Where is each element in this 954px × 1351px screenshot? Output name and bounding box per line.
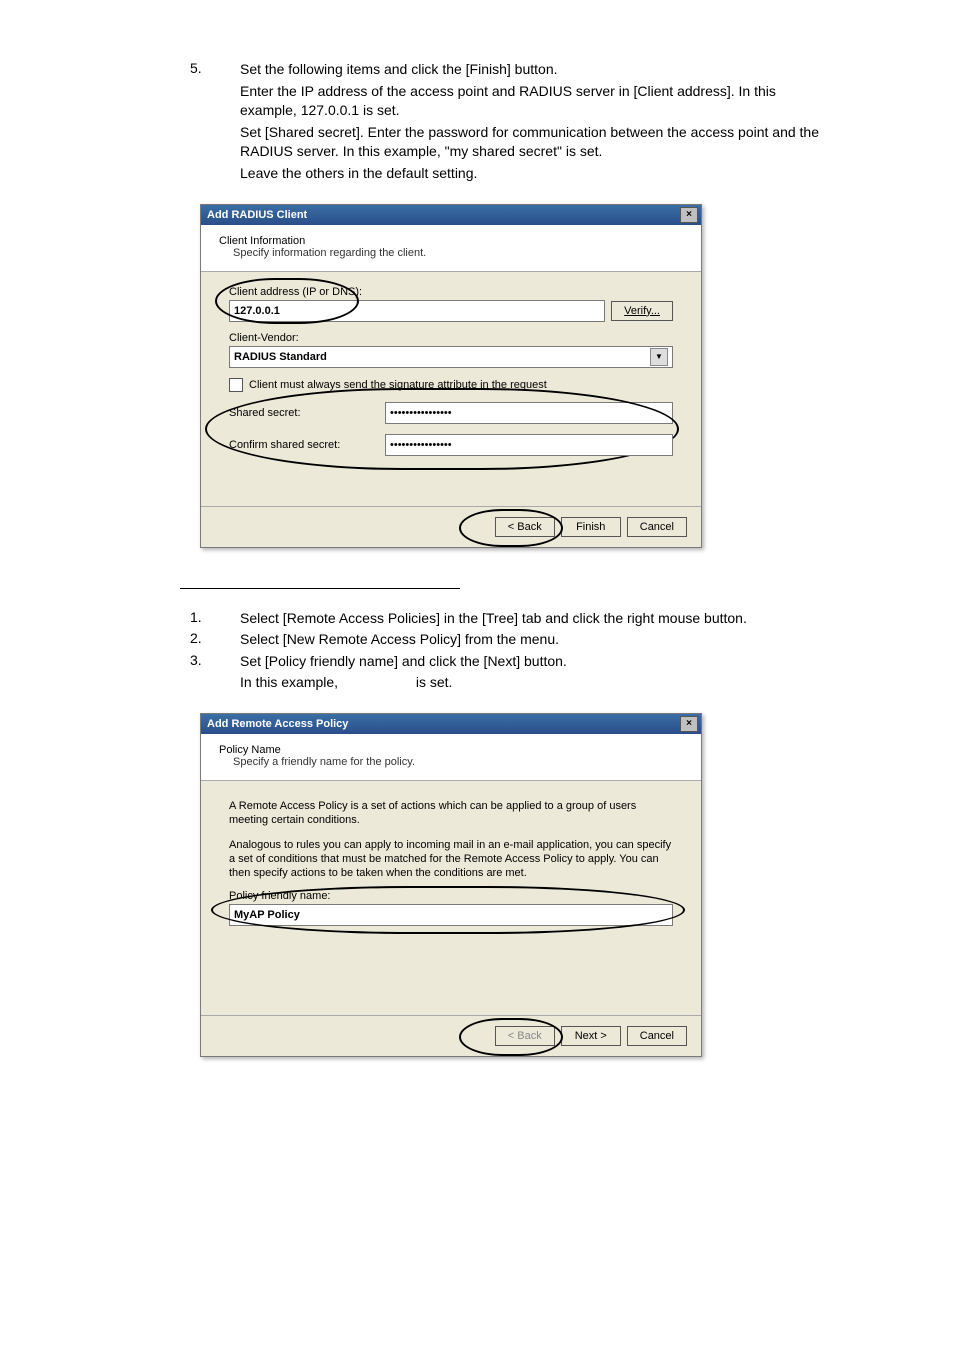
shared-secret-label: Shared secret: bbox=[229, 407, 379, 419]
shared-secret-input[interactable] bbox=[385, 402, 673, 424]
step-text: Set [Shared secret]. Enter the password … bbox=[240, 123, 834, 162]
step-number: 2. bbox=[190, 630, 240, 650]
header-title: Client Information bbox=[219, 235, 683, 247]
step-text: Leave the others in the default setting. bbox=[240, 164, 834, 184]
dialog-title: Add Remote Access Policy bbox=[207, 718, 348, 730]
step-number: 5. bbox=[190, 60, 240, 80]
confirm-secret-label: Confirm shared secret: bbox=[229, 439, 379, 451]
step-text: Set [Policy friendly name] and click the… bbox=[240, 652, 834, 672]
add-remote-access-policy-dialog: Add Remote Access Policy × Policy Name S… bbox=[200, 713, 702, 1057]
cancel-button[interactable]: Cancel bbox=[627, 517, 687, 537]
step-text: Set the following items and click the [F… bbox=[240, 60, 834, 80]
policy-description-1: A Remote Access Policy is a set of actio… bbox=[229, 799, 673, 828]
step-text: Enter the IP address of the access point… bbox=[240, 82, 834, 121]
chevron-down-icon: ▼ bbox=[650, 348, 668, 366]
header-subtitle: Specify a friendly name for the policy. bbox=[233, 756, 683, 768]
confirm-secret-input[interactable] bbox=[385, 434, 673, 456]
step-text: Select [New Remote Access Policy] from t… bbox=[240, 630, 834, 650]
section-divider bbox=[180, 588, 460, 589]
back-button[interactable]: < Back bbox=[495, 517, 555, 537]
header-subtitle: Specify information regarding the client… bbox=[233, 247, 683, 259]
cancel-button[interactable]: Cancel bbox=[627, 1026, 687, 1046]
back-button: < Back bbox=[495, 1026, 555, 1046]
dialog-title: Add RADIUS Client bbox=[207, 209, 307, 221]
close-icon[interactable]: × bbox=[680, 207, 698, 223]
verify-button[interactable]: Verify... bbox=[611, 301, 673, 321]
client-vendor-select[interactable]: RADIUS Standard ▼ bbox=[229, 346, 673, 368]
add-radius-client-dialog: Add RADIUS Client × Client Information S… bbox=[200, 204, 702, 548]
header-title: Policy Name bbox=[219, 744, 683, 756]
signature-checkbox-label: Client must always send the signature at… bbox=[249, 379, 547, 391]
signature-checkbox[interactable] bbox=[229, 378, 243, 392]
close-icon[interactable]: × bbox=[680, 716, 698, 732]
client-address-label: Client address (IP or DNS): bbox=[229, 286, 673, 298]
finish-button[interactable]: Finish bbox=[561, 517, 621, 537]
client-address-input[interactable] bbox=[229, 300, 605, 322]
client-vendor-label: Client-Vendor: bbox=[229, 332, 673, 344]
step-number: 3. bbox=[190, 652, 240, 672]
step-text: In this example, is set. bbox=[240, 673, 834, 693]
policy-name-input[interactable] bbox=[229, 904, 673, 926]
next-button[interactable]: Next > bbox=[561, 1026, 621, 1046]
step-number: 1. bbox=[190, 609, 240, 629]
policy-description-2: Analogous to rules you can apply to inco… bbox=[229, 838, 673, 881]
step-text: Select [Remote Access Policies] in the [… bbox=[240, 609, 834, 629]
policy-name-label: Policy friendly name: bbox=[229, 890, 673, 902]
